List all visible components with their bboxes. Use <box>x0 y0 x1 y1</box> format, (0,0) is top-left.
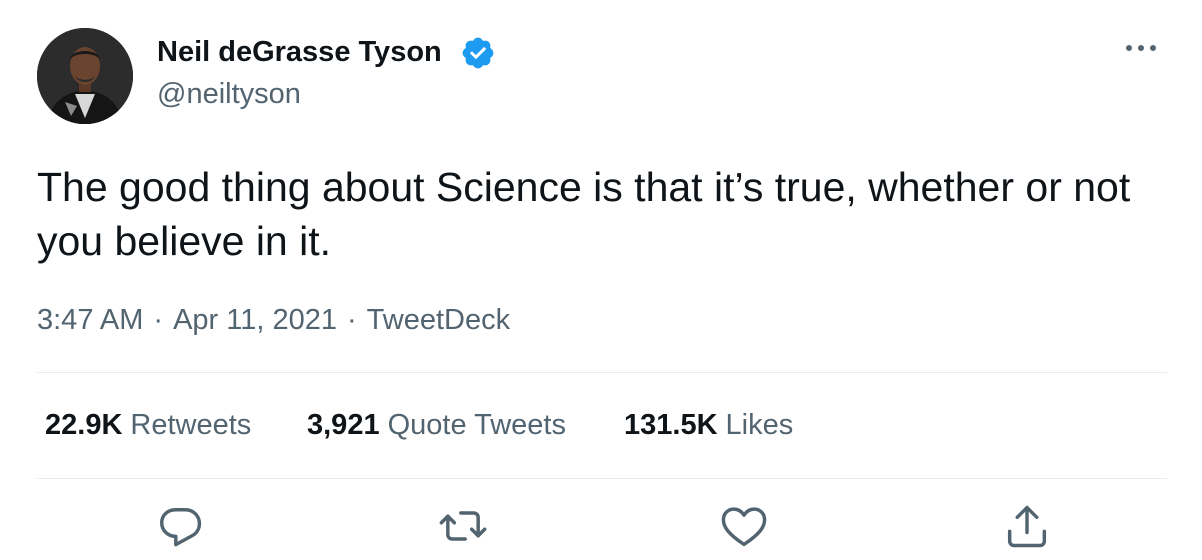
display-name[interactable]: Neil deGrasse Tyson <box>157 36 442 69</box>
avatar-image <box>37 28 133 124</box>
likes-count: 131.5K <box>624 409 718 441</box>
share-button[interactable] <box>1001 500 1053 552</box>
meta-separator: · <box>153 304 164 336</box>
retweet-button[interactable] <box>437 500 489 552</box>
tweet-date[interactable]: Apr 11, 2021 <box>173 304 337 336</box>
tweet-text: The good thing about Science is that it’… <box>37 164 1131 264</box>
divider <box>37 372 1167 373</box>
tweet-meta: 3:47 AM · Apr 11, 2021 · TweetDeck <box>37 304 510 337</box>
quote-tweets-stat[interactable]: 3,921 Quote Tweets <box>307 409 566 442</box>
retweet-icon <box>439 511 487 541</box>
retweets-count: 22.9K <box>45 409 123 441</box>
quote-tweets-label: Quote Tweets <box>387 409 566 441</box>
retweets-stat[interactable]: 22.9K Retweets <box>45 409 251 442</box>
verified-badge-icon <box>462 37 494 69</box>
reply-icon <box>159 508 202 547</box>
user-handle[interactable]: @neiltyson <box>157 78 301 111</box>
likes-stat[interactable]: 131.5K Likes <box>624 409 793 442</box>
tweet-time[interactable]: 3:47 AM <box>37 304 143 336</box>
divider <box>37 478 1167 479</box>
meta-separator: · <box>347 304 357 336</box>
retweets-label: Retweets <box>130 409 252 441</box>
share-icon <box>1007 505 1047 548</box>
likes-label: Likes <box>725 409 794 441</box>
like-button[interactable] <box>718 500 770 552</box>
tweet-source[interactable]: TweetDeck <box>367 304 510 336</box>
reply-button[interactable] <box>155 500 207 552</box>
avatar[interactable] <box>37 28 133 124</box>
tweet-card: Neil deGrasse Tyson @neiltyson The good … <box>0 0 1202 560</box>
quote-tweets-count: 3,921 <box>307 409 380 441</box>
like-icon <box>721 507 767 547</box>
more-options-icon[interactable] <box>1117 36 1165 60</box>
